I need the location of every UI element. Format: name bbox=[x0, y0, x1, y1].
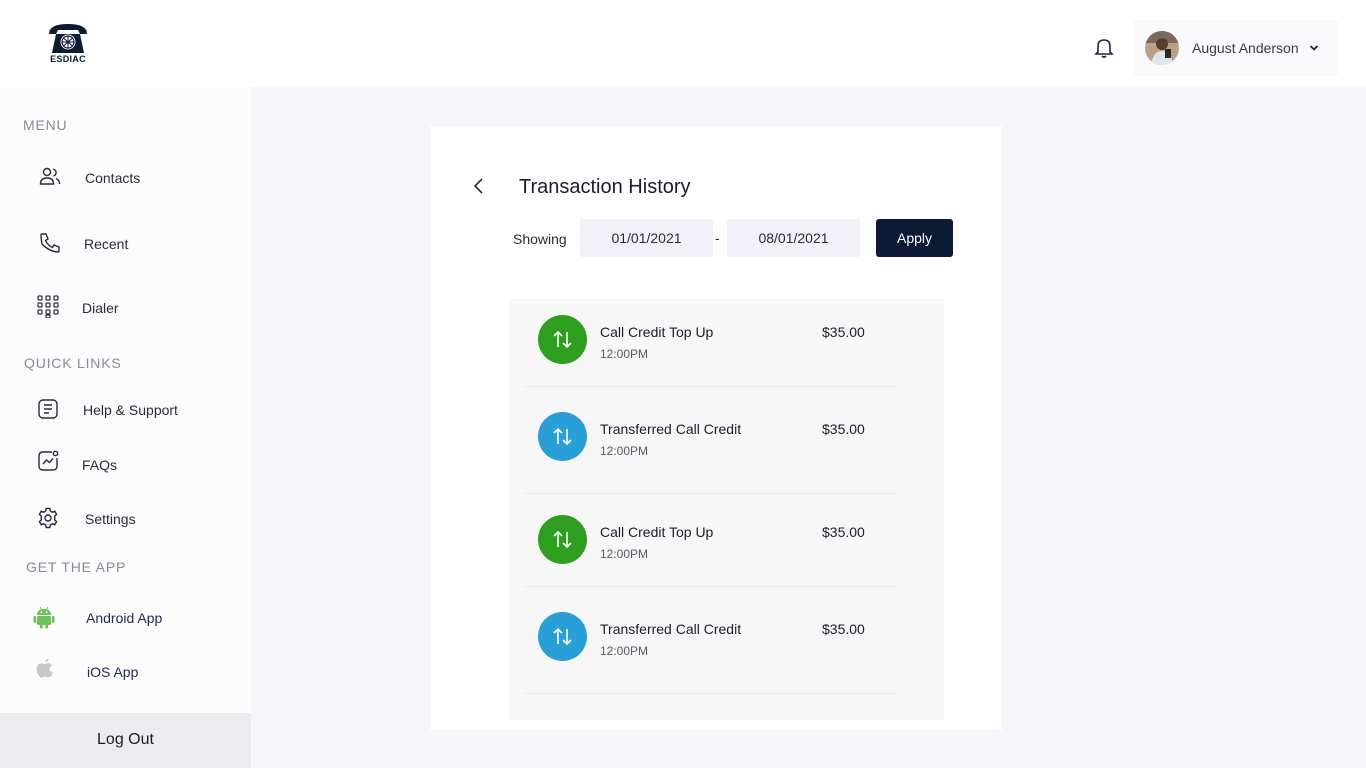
transfer-arrows-icon bbox=[538, 612, 587, 661]
date-separator: - bbox=[715, 230, 720, 246]
transfer-arrows-icon bbox=[538, 315, 587, 364]
sidebar-item-label: Settings bbox=[85, 511, 136, 527]
top-header: ESDIAC August Anderson bbox=[0, 0, 1366, 87]
notification-bell-icon[interactable] bbox=[1092, 36, 1116, 60]
user-name: August Anderson bbox=[1192, 40, 1299, 56]
transaction-row[interactable]: Transferred Call Credit 12:00PM $35.00 bbox=[524, 412, 896, 482]
transaction-time: 12:00PM bbox=[600, 444, 649, 458]
apple-icon bbox=[36, 658, 53, 678]
transaction-title: Transferred Call Credit bbox=[600, 421, 742, 437]
phone-icon bbox=[40, 233, 60, 253]
logout-label: Log Out bbox=[97, 731, 154, 748]
get-app-section-title: GET THE APP bbox=[26, 559, 127, 575]
sidebar-item-ios-app[interactable]: iOS App bbox=[0, 651, 251, 691]
logo-text: ESDIAC bbox=[50, 54, 86, 64]
sidebar-item-contacts[interactable]: Contacts bbox=[0, 157, 251, 197]
user-menu[interactable]: August Anderson bbox=[1134, 20, 1338, 76]
sidebar-item-faqs[interactable]: FAQs bbox=[0, 444, 251, 484]
apply-button[interactable]: Apply bbox=[876, 219, 953, 257]
back-arrow-icon[interactable] bbox=[470, 176, 490, 196]
transaction-time: 12:00PM bbox=[600, 347, 649, 361]
transaction-title: Call Credit Top Up bbox=[600, 324, 714, 340]
chart-icon bbox=[38, 450, 59, 471]
sidebar-item-label: Android App bbox=[86, 610, 163, 626]
transaction-row[interactable]: Call Credit Top Up 12:00PM $35.00 bbox=[524, 515, 896, 585]
sidebar-item-settings[interactable]: Settings bbox=[0, 498, 251, 538]
android-icon bbox=[33, 606, 55, 629]
transaction-time: 12:00PM bbox=[600, 547, 649, 561]
sidebar: MENU Contacts Recent Dialer QUICK LINKS bbox=[0, 87, 251, 768]
dialpad-icon bbox=[37, 295, 59, 318]
date-from-input[interactable] bbox=[580, 219, 713, 257]
sidebar-item-android-app[interactable]: Android App bbox=[0, 597, 251, 637]
transaction-title: Transferred Call Credit bbox=[600, 621, 742, 637]
transfer-arrows-icon bbox=[538, 515, 587, 564]
transaction-row[interactable]: Transferred Call Credit 12:00PM $35.00 bbox=[524, 612, 896, 682]
contacts-icon bbox=[39, 167, 61, 185]
sidebar-item-label: Dialer bbox=[82, 300, 119, 316]
sidebar-item-label: Contacts bbox=[85, 170, 141, 186]
avatar bbox=[1145, 31, 1179, 65]
quick-links-section-title: QUICK LINKS bbox=[24, 355, 122, 371]
transaction-list: Call Credit Top Up 12:00PM $35.00 Transf… bbox=[509, 299, 944, 720]
menu-section-title: MENU bbox=[23, 117, 68, 133]
telephone-logo-icon bbox=[49, 24, 87, 53]
logout-button[interactable]: Log Out bbox=[0, 713, 251, 768]
sidebar-item-recent[interactable]: Recent bbox=[0, 223, 251, 263]
sidebar-item-help-support[interactable]: Help & Support bbox=[0, 389, 251, 429]
sidebar-item-label: iOS App bbox=[87, 664, 139, 680]
row-divider bbox=[524, 586, 896, 587]
row-divider bbox=[524, 386, 896, 387]
date-to-input[interactable] bbox=[727, 219, 860, 257]
row-divider bbox=[524, 493, 896, 494]
transaction-time: 12:00PM bbox=[600, 644, 649, 658]
transfer-arrows-icon bbox=[538, 412, 587, 461]
transaction-amount: $35.00 bbox=[822, 324, 865, 340]
sidebar-item-label: Recent bbox=[84, 236, 129, 252]
row-divider bbox=[524, 693, 896, 694]
gear-icon bbox=[38, 507, 58, 529]
showing-label: Showing bbox=[513, 231, 567, 247]
sidebar-item-dialer[interactable]: Dialer bbox=[0, 287, 251, 327]
transaction-history-card: Transaction History Showing - Apply Call… bbox=[430, 126, 1002, 730]
document-icon bbox=[38, 399, 58, 419]
chevron-down-icon bbox=[1309, 45, 1319, 51]
transaction-row[interactable]: Call Credit Top Up 12:00PM $35.00 bbox=[524, 315, 896, 385]
sidebar-item-label: Help & Support bbox=[83, 402, 178, 418]
page-title: Transaction History bbox=[519, 176, 691, 198]
transaction-amount: $35.00 bbox=[822, 421, 865, 437]
esdiac-logo[interactable]: ESDIAC bbox=[44, 20, 92, 66]
sidebar-item-label: FAQs bbox=[82, 457, 118, 473]
transaction-title: Call Credit Top Up bbox=[600, 524, 714, 540]
transaction-amount: $35.00 bbox=[822, 621, 865, 637]
transaction-amount: $35.00 bbox=[822, 524, 865, 540]
